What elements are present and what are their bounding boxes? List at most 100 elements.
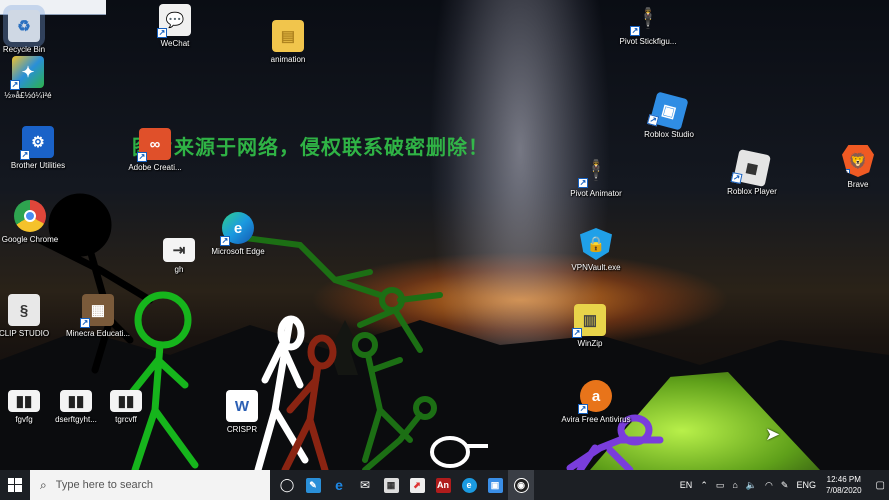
adobe-cc-icon: ∞ ↗ [137, 128, 171, 162]
recycle-bin-icon: ♻ [8, 10, 40, 42]
recycle-bin-desktop-icon[interactable]: ♻ Recycle Bin [0, 10, 60, 55]
recycle-bin-label: Recycle Bin [2, 45, 46, 54]
roblox-studio-label: Roblox Studio [644, 130, 694, 139]
chrome-desktop-icon[interactable]: Google Chrome [0, 200, 66, 245]
taskbar-search-box[interactable]: ⌕ Type here to search [30, 470, 270, 500]
roblox-studio-icon: ▣ ↗ [646, 91, 689, 131]
app-desktop-icon[interactable]: ✦ ↗ ½»å£½ó¼ì²é [0, 56, 64, 101]
winzip-desktop-icon[interactable]: ▥ ↗ WinZip [554, 304, 626, 349]
pivot-animator-desktop-icon[interactable]: 🕴 ↗ Pivot Animator [560, 154, 632, 199]
brother-utilities-icon: ⚙ ↗ [20, 126, 54, 160]
language-short[interactable]: EN [680, 480, 693, 490]
clock[interactable]: 12:46 PM 7/08/2020 [826, 474, 862, 496]
file-icon: ⇥ [163, 238, 195, 262]
minecraft-desktop-icon[interactable]: ▦ ↗ Minecra Educati... [62, 294, 134, 339]
windows-logo-icon [8, 478, 22, 492]
clip-studio-label: CLIP STUDIO [0, 329, 50, 338]
tgrcvff-desktop-icon[interactable]: ▮▮ tgrcvff [90, 390, 162, 425]
vpnvault-desktop-icon[interactable]: 🔒 VPNVault.exe [560, 228, 632, 273]
edge-icon: e [461, 477, 477, 493]
brave-label: Brave [847, 180, 869, 189]
notification-icon[interactable]: ▢ [876, 480, 885, 491]
adobe-cc-desktop-icon[interactable]: ∞ ↗ Adobe Creati... [119, 128, 191, 173]
task-view-button[interactable]: ◯ [274, 470, 300, 500]
pen-icon: ✎ [305, 477, 321, 493]
taskbar-store[interactable]: ▣ [482, 470, 508, 500]
pivot-stickfigure-desktop-icon[interactable]: 🕴 ↗ Pivot Stickfigu... [612, 2, 684, 47]
pivot-icon: 🕴 ↗ [578, 159, 609, 188]
ie-icon: e [335, 477, 343, 493]
minecraft-label: Minecra Educati... [65, 329, 131, 338]
wechat-label: WeChat [160, 39, 190, 48]
start-button[interactable] [0, 470, 30, 500]
taskbar-internet-explorer[interactable]: e [326, 470, 352, 500]
chrome-label: Google Chrome [1, 235, 59, 244]
search-placeholder: Type here to search [55, 479, 153, 491]
pivot-app-icon: ▦ [383, 477, 399, 493]
wechat-icon: 💬 ↗ [157, 4, 191, 38]
winzip-icon: ▥ ↗ [572, 304, 606, 338]
avira-label: Avira Free Antivirus [561, 415, 631, 424]
roblox-player-label: Roblox Player [727, 187, 777, 196]
video-file-icon: ▮▮ [8, 390, 40, 412]
pen-tray-icon[interactable]: ✎ [781, 480, 789, 491]
chevron-up-icon[interactable]: ⌃ [700, 480, 708, 491]
brave-desktop-icon[interactable]: 🦁 ↗ Brave [822, 145, 889, 190]
language-indicator[interactable]: ENG [796, 480, 816, 490]
taskbar-mail[interactable]: ✉ [352, 470, 378, 500]
pivot-animator-label: Pivot Animator [570, 189, 622, 198]
edge-desktop-icon[interactable]: e ↗ Microsoft Edge [202, 212, 274, 257]
store-icon: ▣ [487, 477, 503, 493]
volume-icon[interactable]: 🔈 [746, 480, 757, 491]
search-icon: ⌕ [40, 477, 47, 492]
word-doc-icon: W [226, 390, 258, 422]
pivot-icon: 🕴 ↗ [630, 7, 661, 36]
roblox-studio-desktop-icon[interactable]: ▣ ↗ Roblox Studio [633, 91, 705, 140]
winzip-label: WinZip [577, 339, 603, 348]
battery-icon[interactable]: ▭ [716, 480, 725, 491]
fgvfg-label: fgvfg [15, 415, 33, 424]
crispr-desktop-icon[interactable]: W CRISPR [206, 390, 278, 435]
taskbar-obs[interactable]: ◉ [508, 470, 534, 500]
animation-label: animation [270, 55, 306, 64]
clip-studio-icon: § [8, 294, 40, 326]
taskbar-pivot[interactable]: ▦ [378, 470, 404, 500]
brother-utilities-desktop-icon[interactable]: ⚙ ↗ Brother Utilities [2, 126, 74, 171]
tgrcvff-label: tgrcvff [115, 415, 137, 424]
app-icon: ✦ ↗ [10, 56, 44, 90]
brave-icon: 🦁 ↗ [842, 145, 874, 177]
taskbar-shared-app[interactable]: ⬈ [404, 470, 430, 500]
clock-time: 12:46 PM [826, 475, 861, 484]
obs-icon: ◉ [513, 477, 529, 493]
wifi-icon[interactable]: ◠ [765, 480, 773, 491]
chrome-icon [14, 200, 46, 232]
taskbar-animate[interactable]: An [430, 470, 456, 500]
system-tray: EN ⌃ ▭ ⌂ 🔈 ◠ ✎ ENG 12:46 PM 7/08/2020 ▢ [676, 474, 889, 496]
vpn-shield-icon: 🔒 [580, 228, 612, 260]
minecraft-icon: ▦ ↗ [80, 294, 114, 328]
adobe-cc-label: Adobe Creati... [128, 163, 182, 172]
mail-icon: ✉ [359, 478, 371, 492]
clip-studio-desktop-icon[interactable]: § CLIP STUDIO [0, 294, 60, 339]
mouse-cursor-icon: ➤ [765, 424, 781, 444]
task-view-icon: ◯ [279, 477, 295, 492]
taskbar-windows-ink[interactable]: ✎ [300, 470, 326, 500]
avira-desktop-icon[interactable]: a ↗ Avira Free Antivirus [560, 380, 632, 425]
vpnvault-label: VPNVault.exe [571, 263, 621, 272]
crispr-label: CRISPR [226, 425, 258, 434]
share-icon: ⬈ [409, 477, 425, 493]
network-icon[interactable]: ⌂ [732, 480, 737, 490]
video-file-icon: ▮▮ [110, 390, 142, 412]
animate-icon: An [435, 477, 451, 493]
brother-utilities-label: Brother Utilities [10, 161, 66, 170]
folder-icon: ▤ [272, 20, 304, 52]
edge-label: Microsoft Edge [211, 247, 265, 256]
wechat-desktop-icon[interactable]: 💬 ↗ WeChat [139, 4, 211, 49]
video-file-icon: ▮▮ [60, 390, 92, 412]
roblox-player-desktop-icon[interactable]: ◼ ↗ Roblox Player [716, 149, 788, 197]
taskbar-edge[interactable]: e [456, 470, 482, 500]
animation-folder-desktop-icon[interactable]: ▤ animation [252, 20, 324, 65]
taskbar: ⌕ Type here to search ◯ ✎ e ✉ ▦ ⬈ An e ▣… [0, 470, 889, 500]
gh-label: gh [174, 265, 184, 274]
app-label: ½»å£½ó¼ì²é [4, 91, 52, 100]
